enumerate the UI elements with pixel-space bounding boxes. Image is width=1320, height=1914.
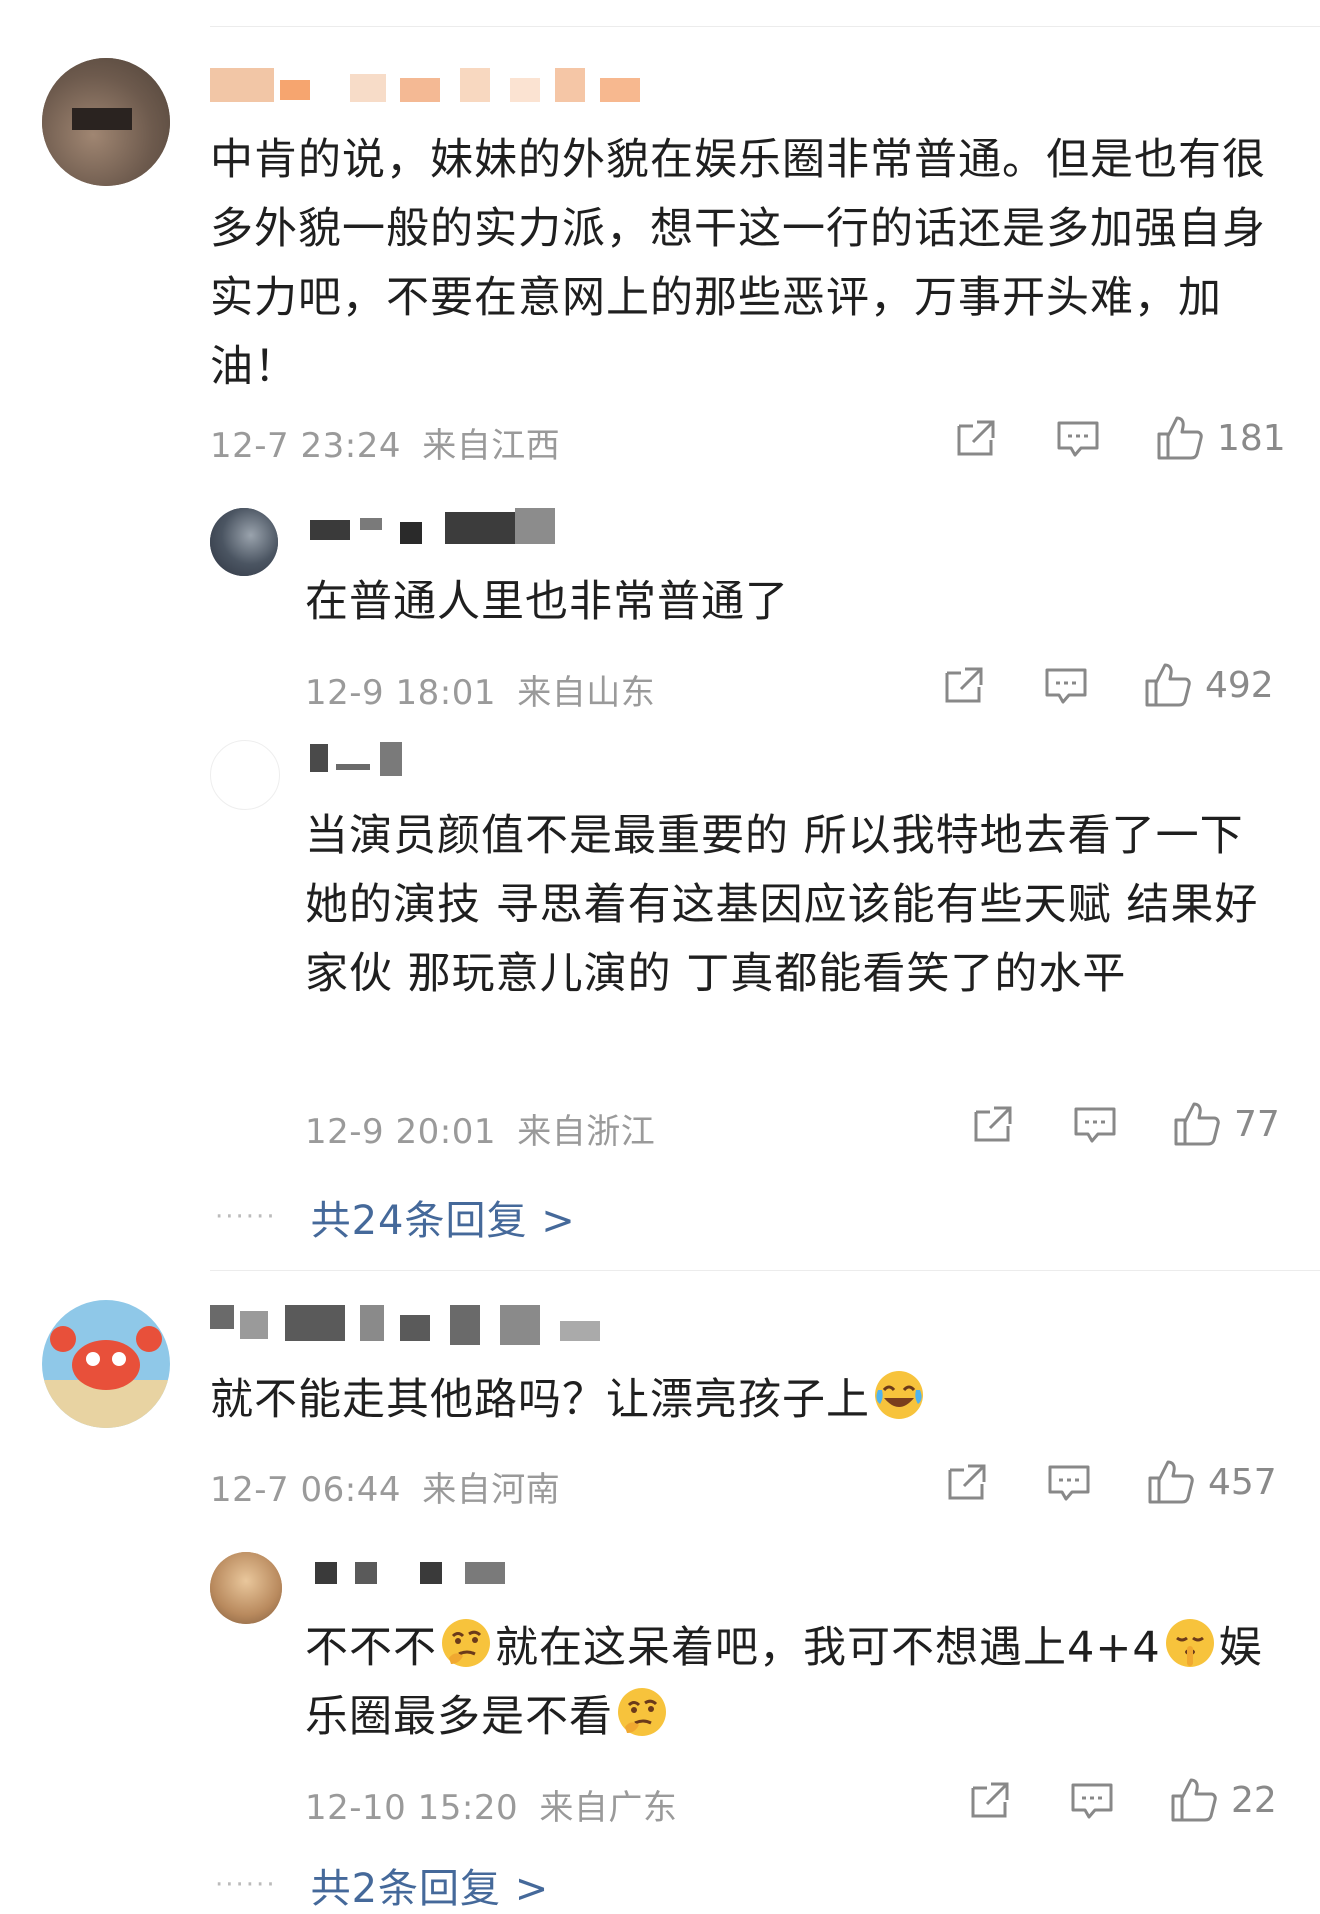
like-count: 77	[1234, 1103, 1280, 1145]
comment-text: 中肯的说，妹妹的外貌在娱乐圈非常普通。但是也有很多外貌一般的实力派，想干这一行的…	[210, 135, 1266, 392]
reply-text: 在普通人里也非常普通了	[305, 577, 789, 627]
reply-text: 不不不 就在这呆着吧，我可不想遇上4+4 娱乐圈最多是不看	[305, 1614, 1280, 1752]
comment-location: 来自江西	[422, 426, 561, 466]
comment-meta: 12-7 23:24 来自江西	[210, 418, 560, 467]
reply-username-redacted[interactable]	[310, 508, 555, 544]
comment-meta: 12-7 06:44 来自河南	[210, 1462, 560, 1511]
reply-username-redacted[interactable]	[310, 740, 410, 776]
reply-time: 12-9 18:01	[305, 673, 496, 713]
thumbs-up-icon	[1148, 1460, 1194, 1504]
dots-icon: ······	[215, 1870, 277, 1900]
comment-icon	[1074, 1107, 1116, 1143]
like-button[interactable]: 22	[1169, 1776, 1277, 1824]
top-divider	[210, 26, 1320, 27]
avatar[interactable]	[42, 58, 170, 186]
reply-meta: 12-9 20:01 来自浙江	[305, 1104, 655, 1153]
reply-text-part: 不不不	[305, 1623, 437, 1673]
reply-avatar[interactable]	[210, 1552, 282, 1624]
username-redacted[interactable]	[210, 68, 650, 104]
reply-avatar[interactable]	[210, 740, 280, 810]
shushing-face-emoji-icon	[1163, 1616, 1217, 1670]
like-count: 181	[1217, 417, 1286, 459]
more-replies[interactable]: ······ 共2条回复 >	[215, 1856, 549, 1914]
thinking-face-emoji-icon	[615, 1685, 669, 1739]
reply-location: 来自山东	[517, 673, 656, 713]
reply-meta: 12-10 15:20 来自广东	[305, 1780, 677, 1829]
thumbs-up-icon	[1157, 416, 1203, 460]
comment-button[interactable]	[1072, 1104, 1118, 1146]
reply-location: 来自浙江	[517, 1112, 656, 1152]
thinking-face-emoji-icon	[439, 1616, 493, 1670]
reply-text: 当演员颜值不是最重要的 所以我特地去看了一下她的演技 寻思着有这基因应该能有些天…	[305, 811, 1259, 999]
like-button[interactable]: 457	[1146, 1458, 1277, 1506]
dots-icon: ······	[215, 1202, 277, 1232]
reply-username-redacted[interactable]	[315, 1556, 515, 1586]
comment-time: 12-7 06:44	[210, 1470, 401, 1510]
thumbs-up-icon	[1174, 1102, 1220, 1146]
comment-text: 就不能走其他路吗？让漂亮孩子上	[210, 1366, 1270, 1435]
reply-time: 12-9 20:01	[305, 1112, 496, 1152]
reply-time: 12-10 15:20	[305, 1788, 519, 1828]
like-button[interactable]: 181	[1155, 414, 1286, 462]
share-icon	[948, 1464, 986, 1500]
avatar[interactable]	[42, 1300, 170, 1428]
comment-button[interactable]	[1046, 1462, 1092, 1504]
comment-button[interactable]	[1043, 665, 1089, 707]
reply-avatar[interactable]	[210, 508, 278, 576]
comment-icon	[1071, 1783, 1113, 1819]
reply-meta: 12-9 18:01 来自山东	[305, 665, 655, 714]
comment-button[interactable]	[1055, 418, 1101, 460]
like-button[interactable]: 492	[1143, 661, 1274, 709]
share-button[interactable]	[944, 1462, 988, 1502]
share-icon	[971, 1782, 1009, 1818]
comment-button[interactable]	[1069, 1780, 1115, 1822]
share-button[interactable]	[967, 1780, 1011, 1820]
share-icon	[945, 667, 983, 703]
more-replies-link[interactable]: 共2条回复 >	[311, 1856, 550, 1914]
share-icon	[974, 1106, 1012, 1142]
share-button[interactable]	[953, 418, 997, 458]
thumbs-up-icon	[1171, 1778, 1217, 1822]
share-button[interactable]	[970, 1104, 1014, 1144]
more-replies[interactable]: ······ 共24条回复 >	[215, 1188, 576, 1246]
comment-icon	[1048, 1465, 1090, 1501]
comment-location: 来自河南	[422, 1470, 561, 1510]
like-button[interactable]: 77	[1172, 1100, 1280, 1148]
reply-text-part: 就在这呆着吧，我可不想遇上4+4	[495, 1623, 1161, 1673]
comment-icon	[1045, 668, 1087, 704]
username-redacted[interactable]	[210, 1305, 610, 1345]
comment-divider	[210, 1270, 1320, 1271]
reply-location: 来自广东	[539, 1788, 678, 1828]
thumbs-up-icon	[1145, 663, 1191, 707]
laughing-tears-emoji-icon	[872, 1368, 926, 1422]
more-replies-link[interactable]: 共24条回复 >	[311, 1188, 576, 1246]
share-icon	[957, 420, 995, 456]
like-count: 457	[1208, 1461, 1277, 1503]
like-count: 22	[1231, 1779, 1277, 1821]
share-button[interactable]	[941, 665, 985, 705]
comment-time: 12-7 23:24	[210, 426, 401, 466]
comment-text-part: 就不能走其他路吗？让漂亮孩子上	[210, 1375, 870, 1425]
comment-icon	[1057, 421, 1099, 457]
like-count: 492	[1205, 664, 1274, 706]
